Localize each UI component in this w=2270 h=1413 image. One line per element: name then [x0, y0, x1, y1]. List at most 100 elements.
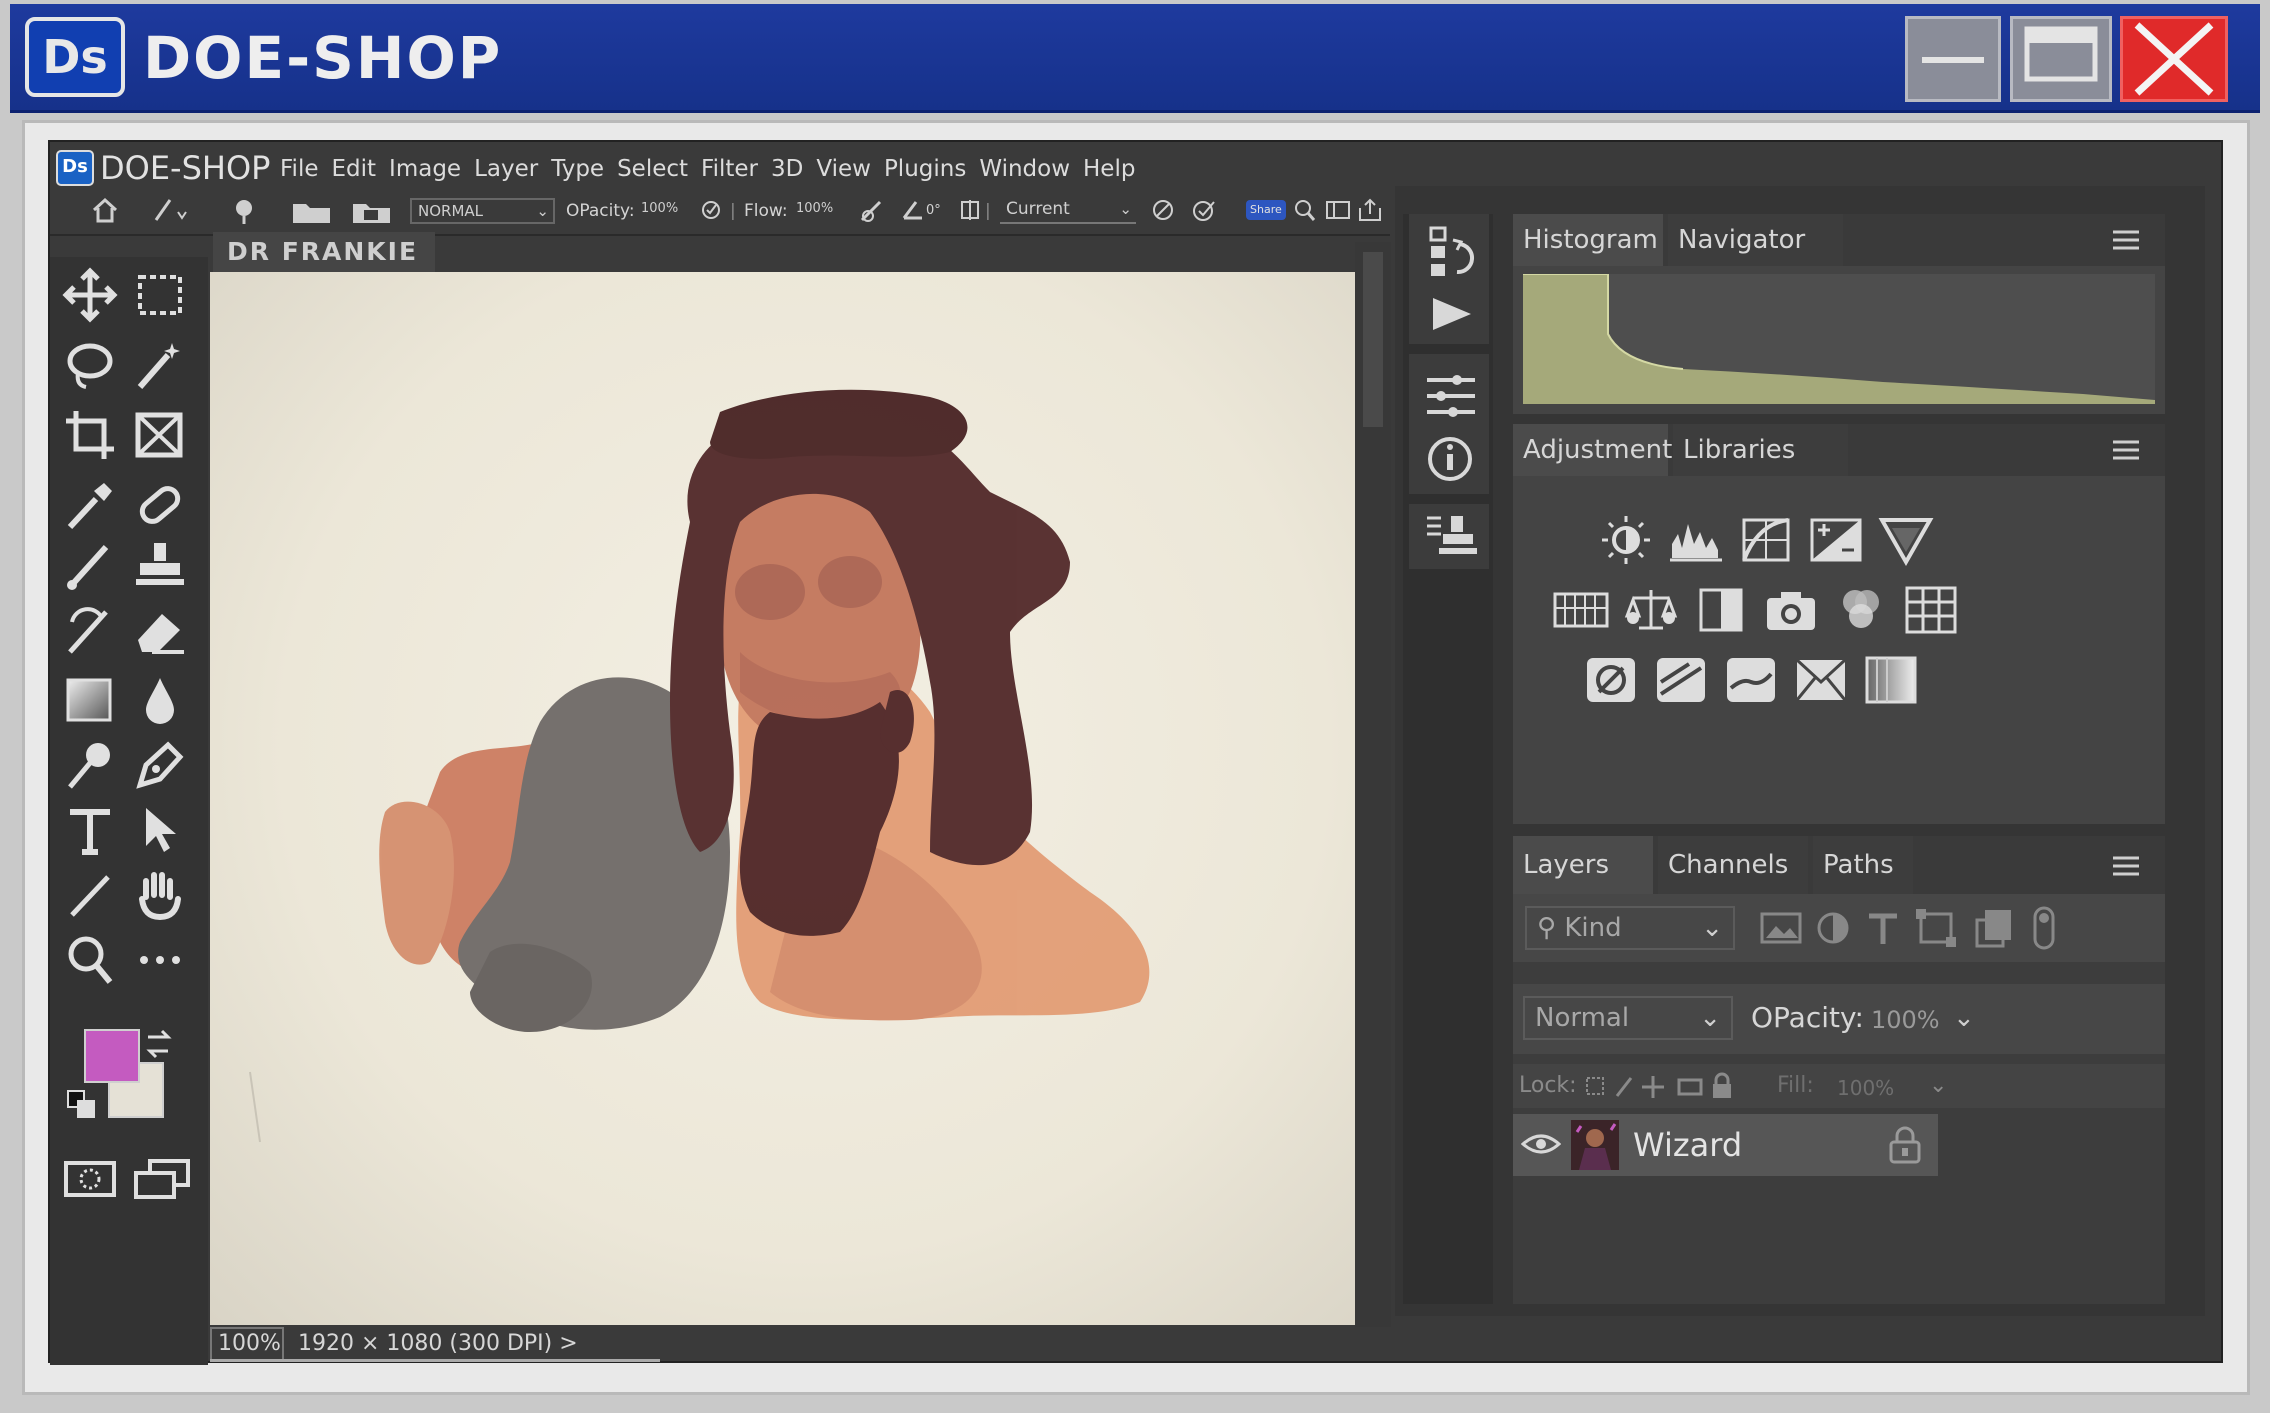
angle-icon[interactable]: [900, 196, 926, 224]
exposure-icon[interactable]: [1808, 514, 1864, 566]
panel-menu-icon[interactable]: [2111, 854, 2141, 878]
tab-libraries[interactable]: Libraries: [1673, 424, 1848, 476]
blend-mode-select[interactable]: NORMAL ⌄: [410, 198, 555, 224]
minimize-button[interactable]: [1905, 16, 2001, 102]
healing-icon[interactable]: [132, 477, 188, 533]
crop-icon[interactable]: [62, 407, 118, 463]
filter-type-icon[interactable]: [1863, 908, 1903, 948]
tab-adjustments[interactable]: Adjustments: [1513, 424, 1686, 476]
swap-colors-icon[interactable]: [142, 1027, 178, 1061]
black-white-icon[interactable]: [1693, 584, 1749, 636]
sliders-icon[interactable]: [1423, 368, 1479, 424]
menu-window[interactable]: Window: [979, 154, 1070, 184]
layer-name[interactable]: Wizard: [1633, 1122, 1742, 1168]
pressure-opacity-icon[interactable]: [700, 196, 722, 224]
maximize-button[interactable]: [2010, 16, 2112, 102]
screen-mode-icon[interactable]: [132, 1157, 192, 1201]
sample-select[interactable]: Current ⌄: [1000, 198, 1136, 224]
clone-source-icon[interactable]: [1423, 510, 1479, 562]
filter-shape-icon[interactable]: [1913, 906, 1959, 950]
workspace-icon[interactable]: [1324, 196, 1352, 224]
quick-mask-icon[interactable]: [62, 1157, 118, 1201]
menu-file[interactable]: File: [280, 154, 319, 184]
threshold-icon[interactable]: [1723, 654, 1779, 706]
filter-smart-object-icon[interactable]: [1973, 906, 2017, 950]
tab-navigator[interactable]: Navigator: [1668, 214, 1843, 266]
color-balance-icon[interactable]: [1623, 584, 1679, 636]
tab-histogram[interactable]: Histogram: [1513, 214, 1663, 266]
menu-select[interactable]: Select: [617, 154, 688, 184]
menu-edit[interactable]: Edit: [332, 154, 377, 184]
eyedropper-icon[interactable]: [62, 477, 118, 533]
menu-image[interactable]: Image: [389, 154, 461, 184]
opacity-field[interactable]: 100%: [635, 198, 699, 224]
gradient-map-icon[interactable]: [1863, 654, 1919, 706]
chevron-down-icon[interactable]: ⌄: [1929, 1068, 1947, 1104]
home-icon[interactable]: [90, 196, 120, 224]
canvas[interactable]: [210, 272, 1355, 1325]
foreground-color-swatch[interactable]: [84, 1029, 140, 1083]
color-lookup-icon[interactable]: [1903, 584, 1959, 636]
eye-visibility-icon[interactable]: [1521, 1126, 1561, 1162]
menu-view[interactable]: View: [816, 154, 871, 184]
zoom-icon[interactable]: [62, 932, 118, 988]
layer-kind-filter[interactable]: ⚲ Kind ⌄: [1525, 906, 1735, 950]
menu-filter[interactable]: Filter: [701, 154, 758, 184]
marquee-icon[interactable]: [132, 267, 188, 323]
panel-menu-icon[interactable]: [2111, 438, 2141, 462]
curves-icon[interactable]: [1738, 514, 1794, 566]
save-folder-icon[interactable]: [350, 196, 394, 226]
menu-plugins[interactable]: Plugins: [884, 154, 966, 184]
symmetry-icon[interactable]: [958, 196, 982, 224]
frame-icon[interactable]: [132, 407, 188, 463]
menu-type[interactable]: Type: [551, 154, 604, 184]
brush-icon[interactable]: [62, 537, 118, 593]
zoom-level[interactable]: 100%: [210, 1327, 284, 1359]
flow-field[interactable]: 100%: [790, 198, 854, 224]
document-tab[interactable]: DR FRANKIE: [213, 232, 435, 272]
layer-opacity-value[interactable]: 100%: [1871, 1000, 1940, 1040]
brightness-icon[interactable]: [1598, 514, 1654, 566]
filter-adjustment-icon[interactable]: [1813, 908, 1853, 948]
close-button[interactable]: [2120, 16, 2228, 102]
menu-3d[interactable]: 3D: [771, 154, 803, 184]
move-icon[interactable]: [62, 267, 118, 323]
window-titlebar[interactable]: Ds DOE-SHOP: [10, 4, 2260, 113]
filter-toggle-icon[interactable]: [2029, 904, 2059, 952]
line-icon[interactable]: [62, 867, 118, 923]
search-icon[interactable]: [1292, 196, 1318, 224]
magic-wand-icon[interactable]: [132, 337, 188, 393]
gradient-icon[interactable]: [62, 672, 118, 728]
more-icon[interactable]: [132, 932, 188, 988]
brush-size-icon[interactable]: [230, 196, 270, 226]
open-folder-icon[interactable]: [290, 196, 334, 226]
invert-icon[interactable]: [1583, 654, 1639, 706]
path-select-icon[interactable]: [132, 802, 188, 858]
play-actions-icon[interactable]: [1427, 294, 1477, 334]
levels-icon[interactable]: [1668, 514, 1724, 566]
panel-menu-icon[interactable]: [2111, 228, 2141, 252]
tab-paths[interactable]: Paths: [1813, 836, 1913, 894]
tab-channels[interactable]: Channels: [1658, 836, 1808, 894]
pen-icon[interactable]: [132, 737, 188, 793]
chevron-down-icon[interactable]: ⌄: [1953, 998, 1975, 1038]
selective-color-icon[interactable]: [1793, 654, 1849, 706]
history-brush-icon[interactable]: [62, 602, 118, 658]
posterize-icon[interactable]: [1653, 654, 1709, 706]
filter-pixel-icon[interactable]: [1758, 908, 1804, 948]
layer-blend-mode-select[interactable]: Normal ⌄: [1523, 996, 1733, 1040]
menu-help[interactable]: Help: [1083, 154, 1135, 184]
share-button[interactable]: Share: [1246, 200, 1286, 220]
vibrance-icon[interactable]: [1878, 514, 1934, 566]
blur-icon[interactable]: [132, 672, 188, 728]
ignore-layers-icon[interactable]: [1150, 196, 1176, 224]
default-colors-icon[interactable]: [64, 1087, 98, 1121]
type-icon[interactable]: [62, 802, 118, 858]
lock-icon[interactable]: [1885, 1124, 1925, 1166]
fill-value[interactable]: 100%: [1837, 1070, 1894, 1106]
document-info[interactable]: 1920 × 1080 (300 DPI) >: [298, 1327, 578, 1361]
menu-layer[interactable]: Layer: [474, 154, 538, 184]
lock-options-icons[interactable]: [1583, 1072, 1743, 1102]
layer-row[interactable]: Wizard: [1513, 1114, 1938, 1176]
export-icon[interactable]: [1356, 196, 1384, 224]
